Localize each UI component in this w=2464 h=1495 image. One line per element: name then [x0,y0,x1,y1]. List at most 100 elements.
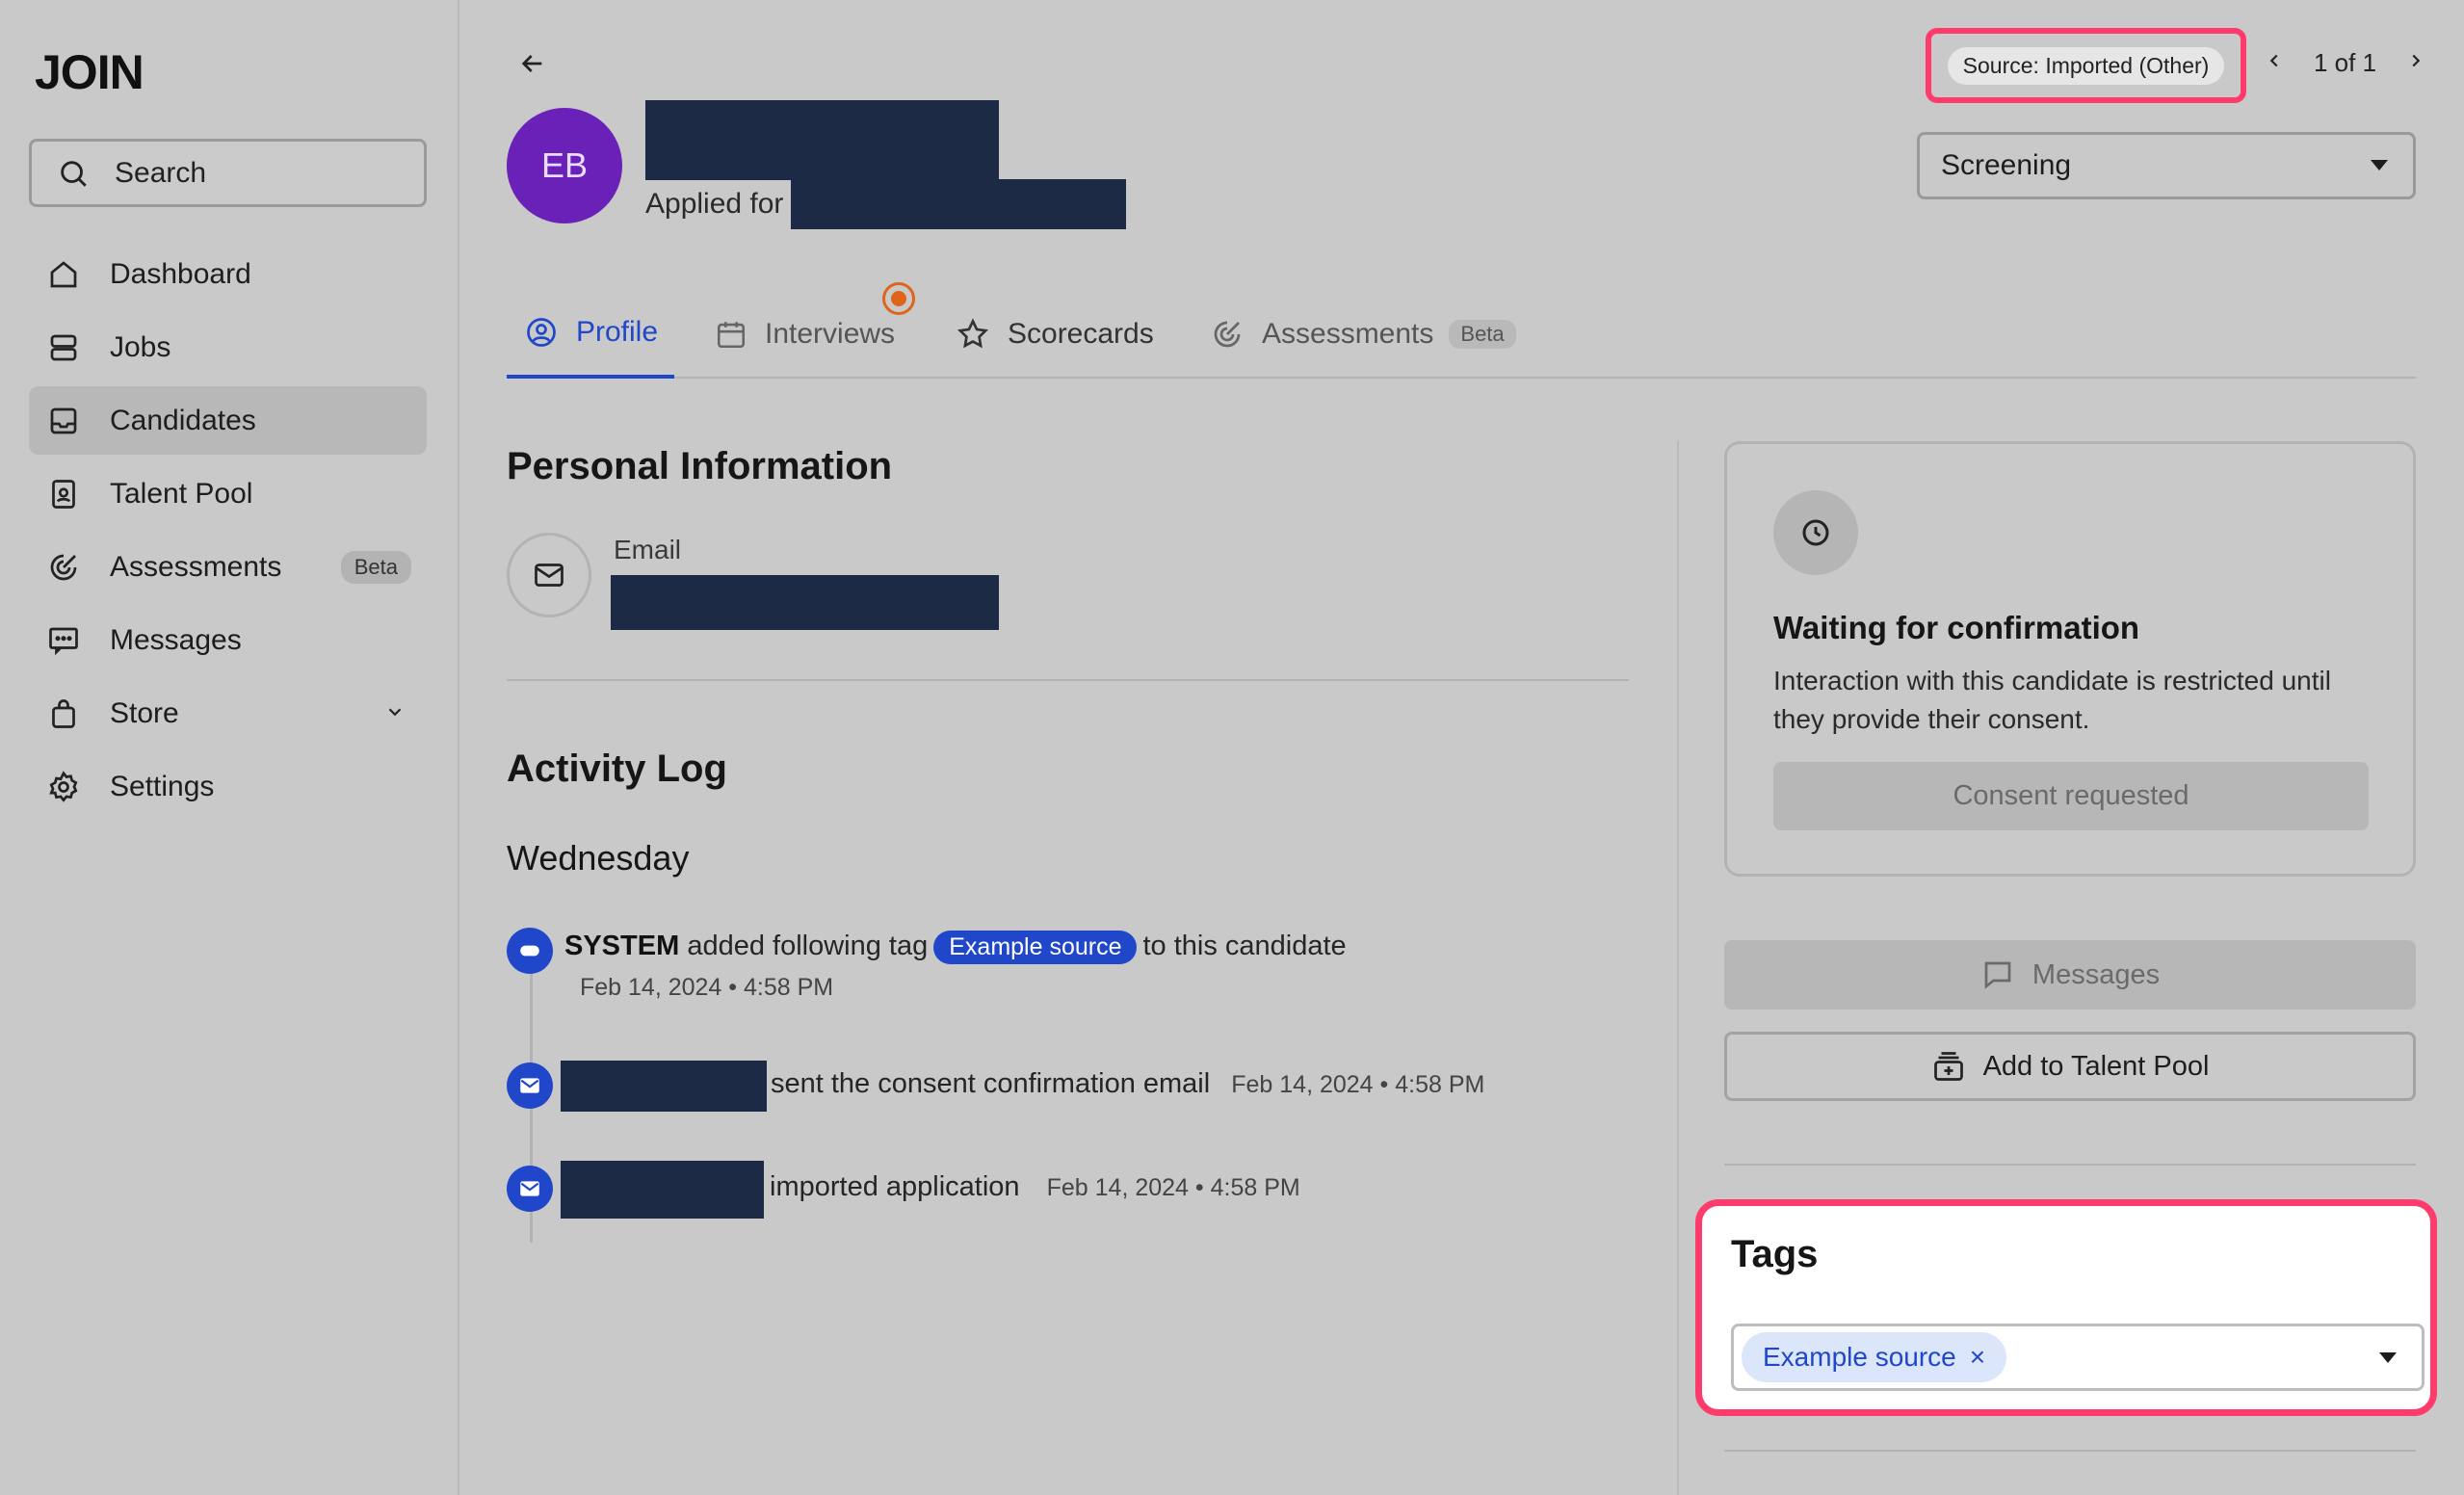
back-button[interactable] [517,48,548,84]
notification-dot-icon [882,282,915,315]
sidebar-item-label: Dashboard [110,257,251,290]
section-divider [507,679,1629,681]
tab-label: Profile [576,315,659,348]
sidebar-item-dashboard[interactable]: Dashboard [29,240,427,308]
target-icon [1210,317,1245,352]
consent-requested-button[interactable]: Consent requested [1773,762,2369,830]
timeline-tag-dot [507,928,553,974]
activity-day-heading: Wednesday [507,838,690,878]
tag-chip: Example source × [1742,1332,2007,1382]
activity-text: added following tag [687,931,929,961]
contact-card-icon [44,475,83,513]
tags-title: Tags [1731,1233,1819,1275]
activity-entry-tag: SYSTEM added following tag Example source… [564,931,1347,964]
sidebar-item-label: Settings [110,770,215,802]
tab-label: Assessments [1262,317,1434,350]
caret-down-icon[interactable] [2379,1352,2397,1363]
mail-icon [535,564,564,587]
user-circle-icon [524,315,559,350]
sidebar-item-label: Messages [110,623,242,656]
inbox-icon [44,402,83,440]
activity-log-title: Activity Log [507,748,727,790]
sidebar-item-talent-pool[interactable]: Talent Pool [29,459,427,528]
star-icon [956,317,990,352]
archive-plus-icon [1931,1049,1966,1084]
message-icon [44,621,83,660]
email-icon-circle [507,533,591,617]
activity-entry-import: imported application Feb 14, 2024 • 4:58… [770,1171,1300,1203]
join-logo[interactable]: JOIN [35,44,144,100]
add-to-talent-pool-label: Add to Talent Pool [1982,1050,2210,1082]
search-icon [61,160,87,187]
activity-timestamp: Feb 14, 2024 • 4:58 PM [1231,1071,1485,1098]
arrow-left-icon [521,55,542,72]
redacted-actor-name [561,1061,767,1112]
sidebar-item-label: Store [110,696,179,729]
home-icon [44,255,83,294]
search-input[interactable]: Search [29,139,427,207]
activity-text: sent the consent confirmation email [771,1068,1211,1099]
chevron-left-icon [2269,54,2278,67]
tab-scorecards[interactable]: Scorecards [956,289,1154,379]
search-placeholder: Search [115,156,207,189]
tab-assessments[interactable]: Assessments Beta [1210,289,1516,379]
sidebar-item-jobs[interactable]: Jobs [29,313,427,381]
consent-title: Waiting for confirmation [1773,610,2140,645]
redacted-candidate-name [645,100,999,180]
sidebar-item-label: Talent Pool [110,477,253,510]
redacted-email-value[interactable] [611,575,999,630]
bag-icon [44,695,83,733]
tab-label: Interviews [765,317,896,350]
applied-for-label: Applied for [645,188,784,220]
tags-section-highlight: Tags Example source × [1695,1199,2437,1416]
consent-card: Waiting for confirmation Interaction wit… [1724,441,2416,877]
sidebar-item-assessments[interactable]: Assessments Beta [29,533,427,601]
sidebar: JOIN Search Dashboard Jobs Candidates Ta… [0,0,459,1495]
beta-badge: Beta [1449,319,1516,349]
mail-icon [520,1078,539,1093]
sidebar-item-messages[interactable]: Messages [29,606,427,674]
messages-button[interactable]: Messages [1724,940,2416,1010]
mail-icon [520,1181,539,1196]
source-badge: Source: Imported (Other) [1947,46,2225,85]
sidebar-item-settings[interactable]: Settings [29,752,427,821]
avatar: EB [507,108,622,223]
activity-entry-consent: sent the consent confirmation email Feb … [771,1068,1484,1100]
activity-tag-chip: Example source [933,931,1138,964]
messages-button-label: Messages [2031,958,2161,990]
next-candidate-button[interactable] [2405,48,2426,78]
layers-icon [44,328,83,367]
caret-down-icon [2371,160,2388,170]
clock-icon-circle [1773,490,1858,575]
chevron-down-icon[interactable] [384,697,406,730]
activity-timestamp: Feb 14, 2024 • 4:58 PM [580,974,834,1001]
panel-divider [1724,1164,2416,1166]
email-label: Email [614,535,682,564]
redacted-actor-name [561,1161,764,1219]
tab-profile[interactable]: Profile [507,289,674,379]
add-to-talent-pool-button[interactable]: Add to Talent Pool [1724,1032,2416,1101]
pager-text: 1 of 1 [2314,48,2377,77]
tab-interviews[interactable]: Interviews [715,289,895,379]
source-highlight: Source: Imported (Other) [1926,28,2246,103]
sidebar-item-store[interactable]: Store [29,679,427,748]
activity-actor: SYSTEM [564,931,680,961]
tag-chip-label: Example source [1763,1342,1956,1372]
sidebar-item-candidates[interactable]: Candidates [29,386,427,455]
stage-select[interactable]: Screening [1917,132,2416,199]
target-icon [44,548,83,587]
tab-label: Scorecards [1008,317,1154,350]
activity-text: imported application [770,1171,1020,1202]
tags-select[interactable]: Example source × [1731,1324,2425,1391]
activity-timestamp: Feb 14, 2024 • 4:58 PM [1046,1174,1300,1201]
timeline-mail-dot [507,1166,553,1212]
calendar-icon [715,318,747,351]
consent-description: Interaction with this candidate is restr… [1773,666,2331,734]
personal-info-title: Personal Information [507,445,893,487]
candidate-tabs: Profile Interviews Scorecards Assessment… [507,289,2416,379]
redacted-job-title[interactable] [791,179,1126,229]
prev-candidate-button[interactable] [2264,48,2285,78]
activity-text: to this candidate [1142,931,1347,961]
close-icon[interactable]: × [1970,1342,1985,1373]
stage-select-value: Screening [1941,149,2072,181]
